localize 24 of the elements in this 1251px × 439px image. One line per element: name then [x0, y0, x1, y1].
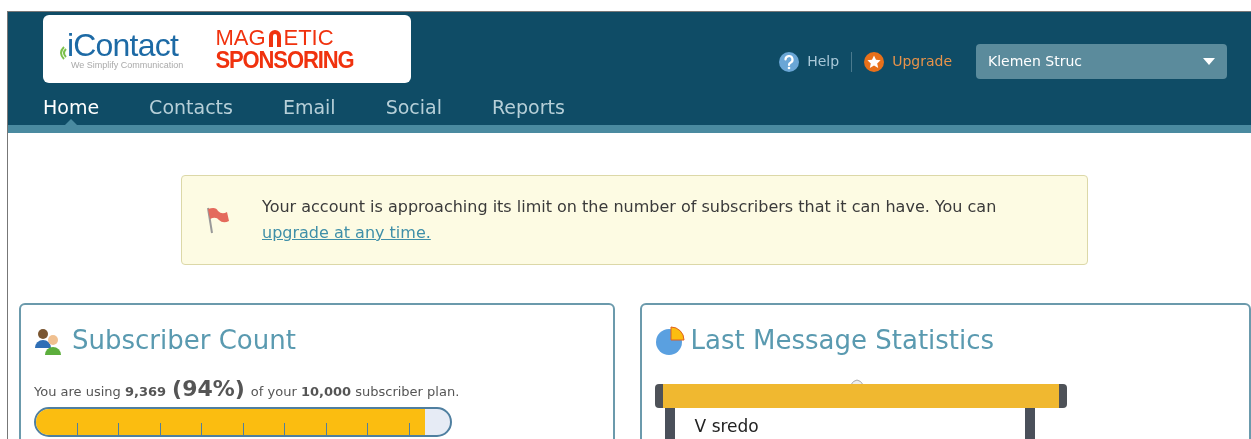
magnet-icon: [267, 29, 282, 47]
nav-tab[interactable]: Contacts: [149, 92, 233, 125]
partner-name: MAG: [215, 27, 266, 49]
nav-tab[interactable]: Social: [385, 92, 442, 125]
usage-percent: (94%): [172, 375, 245, 403]
pie-chart-icon: [654, 325, 685, 356]
upgrade-link[interactable]: upgrade at any time.: [262, 223, 431, 242]
account-dropdown[interactable]: Klemen Struc: [976, 44, 1227, 79]
plan-text: of your 10,000 subscriber plan.: [250, 383, 460, 401]
alert-message: Your account is approaching its limit on the number of subscribers that it can have. You can upgrade at any time.: [262, 196, 998, 244]
upgrade-link[interactable]: Upgrade: [864, 51, 952, 72]
brand-tagline: We Simplify Communication: [71, 60, 184, 70]
help-link[interactable]: Help: [779, 51, 840, 72]
panel-title: Last Message Statistics: [690, 324, 995, 357]
caret-icon: [1203, 58, 1215, 65]
nav-tab[interactable]: Reports: [492, 92, 565, 125]
brand-name: iContact: [67, 28, 178, 61]
partner-name: ETIC: [283, 27, 334, 49]
help-icon: [779, 51, 800, 72]
partner-subtitle: SPONSORING: [215, 47, 354, 73]
flag-icon: [204, 206, 230, 234]
nav-tab[interactable]: Email: [282, 92, 336, 125]
usage-text: You are using 9,369: [34, 383, 167, 401]
panel-title: Subscriber Count: [72, 324, 296, 357]
